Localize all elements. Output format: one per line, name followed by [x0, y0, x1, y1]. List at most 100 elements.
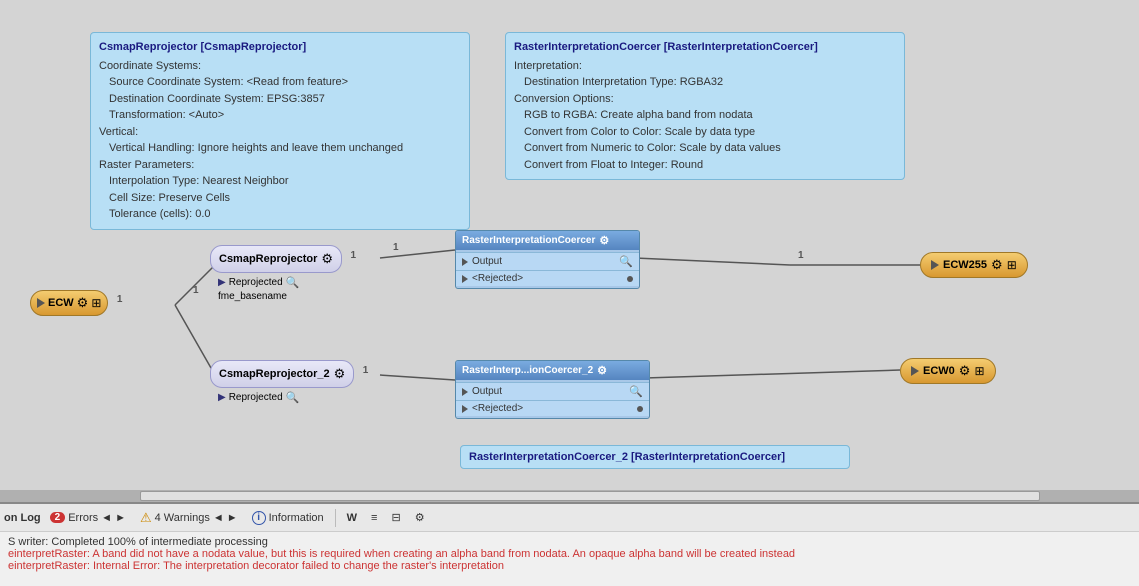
csmap1-reprojected-label: Reprojected: [229, 277, 283, 288]
ecw255-node[interactable]: ECW255 ⚙ ⊞: [920, 252, 1028, 278]
toolbar-list-btn[interactable]: ≡: [366, 509, 382, 527]
csmap1-to-raster-label: 1: [393, 242, 399, 253]
warning-triangle-icon: ⚠: [140, 510, 152, 526]
bottom-popup-title: RasterInterpretationCoercer_2 [RasterInt…: [469, 451, 785, 463]
raster1-output-play: [462, 258, 468, 266]
csmap-tooltip-line7: Raster Parameters:: [99, 157, 461, 174]
ecw255-play-icon: [931, 260, 939, 270]
csmap-tooltip-line8: Interpolation Type: Nearest Neighbor: [99, 173, 461, 190]
raster1-rejected-label: <Rejected>: [472, 273, 523, 284]
ecw-play-icon: [37, 298, 45, 308]
toolbar-filter-icon: ⊟: [391, 511, 400, 524]
toolbar-sep1: [335, 509, 336, 527]
raster-tooltip-line3: Conversion Options:: [514, 91, 896, 108]
ecw-output-count: 1: [117, 294, 123, 305]
warnings-label: 4 Warnings: [155, 512, 210, 524]
toolbar-filter-btn[interactable]: ⊟: [386, 508, 405, 527]
csmap-tooltip-line5: Vertical:: [99, 124, 461, 141]
raster1-label: RasterInterpretationCoercer: [462, 235, 595, 246]
ecw-table-icon: ⊞: [91, 296, 101, 310]
csmap-tooltip-line4: Transformation: <Auto>: [99, 107, 461, 124]
information-label: Information: [269, 512, 324, 524]
raster1-rejected-dot: [627, 276, 633, 282]
csmap2-reprojected-port: ▶ Reprojected 🔍: [218, 390, 354, 405]
csmap-tooltip-line1: Coordinate Systems:: [99, 58, 461, 75]
information-button[interactable]: i Information: [247, 508, 329, 528]
csmap-tooltip-title: CsmapReprojector [CsmapReprojector]: [99, 39, 461, 56]
toolbar-list-icon: ≡: [371, 512, 377, 524]
raster-tooltip: RasterInterpretationCoercer [RasterInter…: [505, 32, 905, 180]
warnings-next-icon[interactable]: ►: [227, 512, 238, 524]
info-icon: i: [252, 511, 266, 525]
csmap1-label: CsmapReprojector: [219, 253, 317, 265]
csmap2-magnify-icon: 🔍: [286, 391, 300, 404]
log-line-1: S writer: Completed 100% of intermediate…: [8, 536, 1131, 548]
raster2-node[interactable]: RasterInterp...ionCoercer_2 ⚙ Output 🔍 <…: [455, 360, 650, 419]
csmap1-node[interactable]: CsmapReprojector ⚙ ▶ Reprojected 🔍 fme_b…: [210, 245, 342, 303]
scrollbar-area[interactable]: [0, 490, 1139, 502]
csmap1-output-count: 1: [351, 250, 357, 261]
csmap1-basename-label: fme_basename: [218, 291, 287, 302]
csmap-tooltip-line3: Destination Coordinate System: EPSG:3857: [99, 91, 461, 108]
raster1-output-port: Output 🔍: [456, 252, 639, 270]
raster2-rejected-play: [462, 405, 468, 413]
errors-button[interactable]: 2 Errors ◄ ►: [45, 509, 131, 527]
raster1-output-label: Output: [472, 256, 502, 267]
ecw-gear-icon: ⚙: [77, 295, 89, 311]
raster-tooltip-title: RasterInterpretationCoercer [RasterInter…: [514, 39, 896, 56]
toolbar-settings-icon: ⚙: [415, 511, 425, 524]
ecw255-gear-icon: ⚙: [991, 257, 1003, 273]
ecw-source-label: ECW: [48, 297, 74, 309]
raster1-rejected-port: <Rejected>: [456, 270, 639, 286]
raster2-label: RasterInterp...ionCoercer_2: [462, 365, 593, 376]
raster2-output-label: Output: [472, 386, 502, 397]
log-toolbar: on Log 2 Errors ◄ ► ⚠ 4 Warnings ◄ ► i I…: [0, 504, 1139, 532]
csmap-tooltip-line2: Source Coordinate System: <Read from fea…: [99, 74, 461, 91]
raster2-rejected-port: <Rejected>: [456, 400, 649, 416]
log-content: S writer: Completed 100% of intermediate…: [0, 532, 1139, 586]
csmap2-node[interactable]: CsmapReprojector_2 ⚙ ▶ Reprojected 🔍 1: [210, 360, 354, 405]
csmap2-reprojected-label: Reprojected: [229, 392, 283, 403]
errors-next-icon[interactable]: ►: [115, 512, 126, 524]
warnings-button[interactable]: ⚠ 4 Warnings ◄ ►: [135, 507, 243, 529]
csmap1-gear-icon: ⚙: [321, 251, 333, 267]
raster-tooltip-line7: Convert from Float to Integer: Round: [514, 157, 896, 174]
ecw-source-node[interactable]: ECW ⚙ ⊞ 1: [30, 290, 108, 316]
csmap1-basename-port: fme_basename: [218, 290, 342, 303]
raster2-output-play: [462, 388, 468, 396]
ecw255-label: ECW255: [943, 259, 987, 271]
raster2-header: RasterInterp...ionCoercer_2 ⚙: [456, 361, 649, 380]
ecw0-table-icon: ⊞: [974, 364, 984, 378]
scrollbar-thumb[interactable]: [140, 491, 1040, 501]
raster-tooltip-line6: Convert from Numeric to Color: Scale by …: [514, 140, 896, 157]
errors-prev-icon[interactable]: ◄: [101, 512, 112, 524]
ecw-to-csmap-label: 1: [193, 285, 199, 296]
toolbar-w-btn[interactable]: W: [342, 509, 362, 527]
raster-tooltip-line5: Convert from Color to Color: Scale by da…: [514, 124, 896, 141]
raster-tooltip-line1: Interpretation:: [514, 58, 896, 75]
log-line-2: einterpretRaster: A band did not have a …: [8, 548, 1131, 560]
raster2-ports: Output 🔍 <Rejected>: [456, 380, 649, 418]
ecw0-node[interactable]: ECW0 ⚙ ⊞: [900, 358, 996, 384]
raster1-rejected-play: [462, 275, 468, 283]
ecw0-play-icon: [911, 366, 919, 376]
csmap-tooltip: CsmapReprojector [CsmapReprojector] Coor…: [90, 32, 470, 230]
csmap2-gear-icon: ⚙: [334, 366, 346, 382]
raster2-gear-icon: ⚙: [597, 364, 607, 377]
raster-tooltip-line4: RGB to RGBA: Create alpha band from noda…: [514, 107, 896, 124]
log-tab-label: on Log: [4, 512, 41, 524]
csmap2-label: CsmapReprojector_2: [219, 368, 330, 380]
raster1-ports: Output 🔍 <Rejected>: [456, 250, 639, 288]
ecw0-gear-icon: ⚙: [959, 363, 971, 379]
raster2-output-magnify: 🔍: [629, 385, 643, 398]
csmap-tooltip-line10: Tolerance (cells): 0.0: [99, 206, 461, 223]
log-line-3: einterpretRaster: Internal Error: The in…: [8, 560, 1131, 572]
warnings-prev-icon[interactable]: ◄: [213, 512, 224, 524]
csmap1-reprojected-port: ▶ Reprojected 🔍: [218, 275, 342, 290]
raster1-node[interactable]: RasterInterpretationCoercer ⚙ Output 🔍 <…: [455, 230, 640, 289]
toolbar-settings-btn[interactable]: ⚙: [410, 508, 430, 527]
csmap-tooltip-line6: Vertical Handling: Ignore heights and le…: [99, 140, 461, 157]
toolbar-w-icon: W: [347, 512, 357, 524]
raster2-output-port: Output 🔍: [456, 382, 649, 400]
log-area: on Log 2 Errors ◄ ► ⚠ 4 Warnings ◄ ► i I…: [0, 502, 1139, 586]
